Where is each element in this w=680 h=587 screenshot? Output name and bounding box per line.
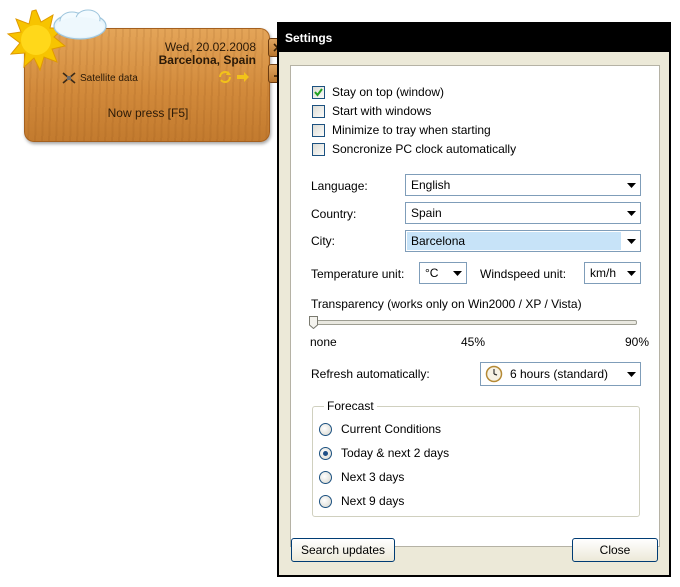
radio-label: Next 9 days bbox=[341, 494, 405, 508]
checkbox-start-with-windows[interactable]: Start with windows bbox=[312, 103, 431, 119]
checkbox-sync-clock[interactable]: Soncronize PC clock automatically bbox=[312, 141, 516, 157]
checkbox-box[interactable] bbox=[312, 142, 325, 156]
windspeed-label: Windspeed unit: bbox=[480, 267, 567, 281]
radio-button[interactable] bbox=[319, 470, 332, 484]
next-arrow-icon[interactable] bbox=[236, 72, 250, 82]
temperature-label: Temperature unit: bbox=[311, 267, 405, 281]
radio-label: Today & next 2 days bbox=[341, 446, 450, 460]
temperature-select[interactable]: °C bbox=[419, 262, 467, 284]
city-value[interactable]: Barcelona bbox=[407, 232, 621, 250]
transparency-min-label: none bbox=[310, 335, 337, 349]
radio-button[interactable] bbox=[319, 494, 332, 508]
refresh-value: 6 hours (standard) bbox=[510, 367, 609, 381]
radio-label: Current Conditions bbox=[341, 422, 442, 436]
radio-next-3-days[interactable]: Next 3 days bbox=[319, 469, 404, 485]
widget-date: Wed, 20.02.2008 bbox=[164, 40, 256, 54]
checkbox-box[interactable] bbox=[312, 85, 325, 99]
city-label: City: bbox=[311, 234, 335, 248]
checkbox-label: Minimize to tray when starting bbox=[332, 123, 491, 137]
transparency-max-label: 90% bbox=[625, 335, 650, 349]
radio-next-9-days[interactable]: Next 9 days bbox=[319, 493, 404, 509]
language-label: Language: bbox=[311, 179, 368, 193]
forecast-legend: Forecast bbox=[324, 399, 377, 413]
chevron-down-icon[interactable] bbox=[448, 264, 466, 282]
radio-selected-dot bbox=[323, 450, 328, 456]
widget-city: Barcelona, Spain bbox=[158, 53, 256, 67]
radio-button[interactable] bbox=[319, 422, 332, 436]
widget-prompt: Now press [F5] bbox=[107, 106, 189, 120]
chevron-down-icon[interactable] bbox=[622, 365, 640, 383]
refresh-icon[interactable] bbox=[218, 71, 232, 83]
transparency-slider-thumb[interactable] bbox=[309, 316, 318, 329]
city-select[interactable]: Barcelona bbox=[405, 230, 641, 252]
sun-cloud-icon bbox=[6, 9, 107, 72]
transparency-label: Transparency (works only on Win2000 / XP… bbox=[311, 297, 582, 311]
close-button[interactable]: Close bbox=[572, 538, 658, 562]
temperature-value: °C bbox=[425, 266, 439, 280]
country-select[interactable]: Spain bbox=[405, 202, 641, 224]
search-updates-button[interactable]: Search updates bbox=[291, 538, 395, 562]
transparency-mid-label: 45% bbox=[461, 335, 486, 349]
window-title[interactable]: Settings bbox=[279, 24, 669, 52]
settings-panel: Stay on top (window) Start with windows … bbox=[290, 65, 660, 547]
radio-today-next-2-days[interactable]: Today & next 2 days bbox=[319, 445, 449, 461]
radio-label: Next 3 days bbox=[341, 470, 405, 484]
checkbox-label: Soncronize PC clock automatically bbox=[332, 142, 517, 156]
country-value: Spain bbox=[411, 206, 442, 220]
checkbox-box[interactable] bbox=[312, 123, 325, 137]
checkbox-box[interactable] bbox=[312, 104, 325, 118]
transparency-slider-track[interactable] bbox=[314, 320, 637, 325]
windspeed-value: km/h bbox=[590, 266, 617, 280]
checkbox-minimize-to-tray[interactable]: Minimize to tray when starting bbox=[312, 122, 491, 138]
language-value: English bbox=[411, 178, 451, 192]
chevron-down-icon[interactable] bbox=[622, 204, 640, 222]
settings-window: Settings Stay on top (window) Start with… bbox=[277, 22, 671, 577]
chevron-down-icon[interactable] bbox=[622, 264, 640, 282]
chevron-down-icon[interactable] bbox=[622, 232, 640, 250]
checkmark-icon bbox=[314, 87, 323, 97]
country-label: Country: bbox=[311, 207, 357, 221]
radio-current-conditions[interactable]: Current Conditions bbox=[319, 421, 441, 437]
widget-controls bbox=[218, 71, 250, 83]
checkbox-label: Stay on top (window) bbox=[332, 85, 445, 99]
language-select[interactable]: English bbox=[405, 174, 641, 196]
refresh-select[interactable]: 6 hours (standard) bbox=[480, 362, 641, 386]
checkbox-label: Start with windows bbox=[332, 104, 432, 118]
clock-icon bbox=[485, 365, 503, 383]
checkbox-stay-on-top[interactable]: Stay on top (window) bbox=[312, 84, 444, 100]
chevron-down-icon[interactable] bbox=[622, 176, 640, 194]
windspeed-select[interactable]: km/h bbox=[584, 262, 641, 284]
radio-button[interactable] bbox=[319, 446, 332, 460]
refresh-label: Refresh automatically: bbox=[311, 367, 430, 381]
